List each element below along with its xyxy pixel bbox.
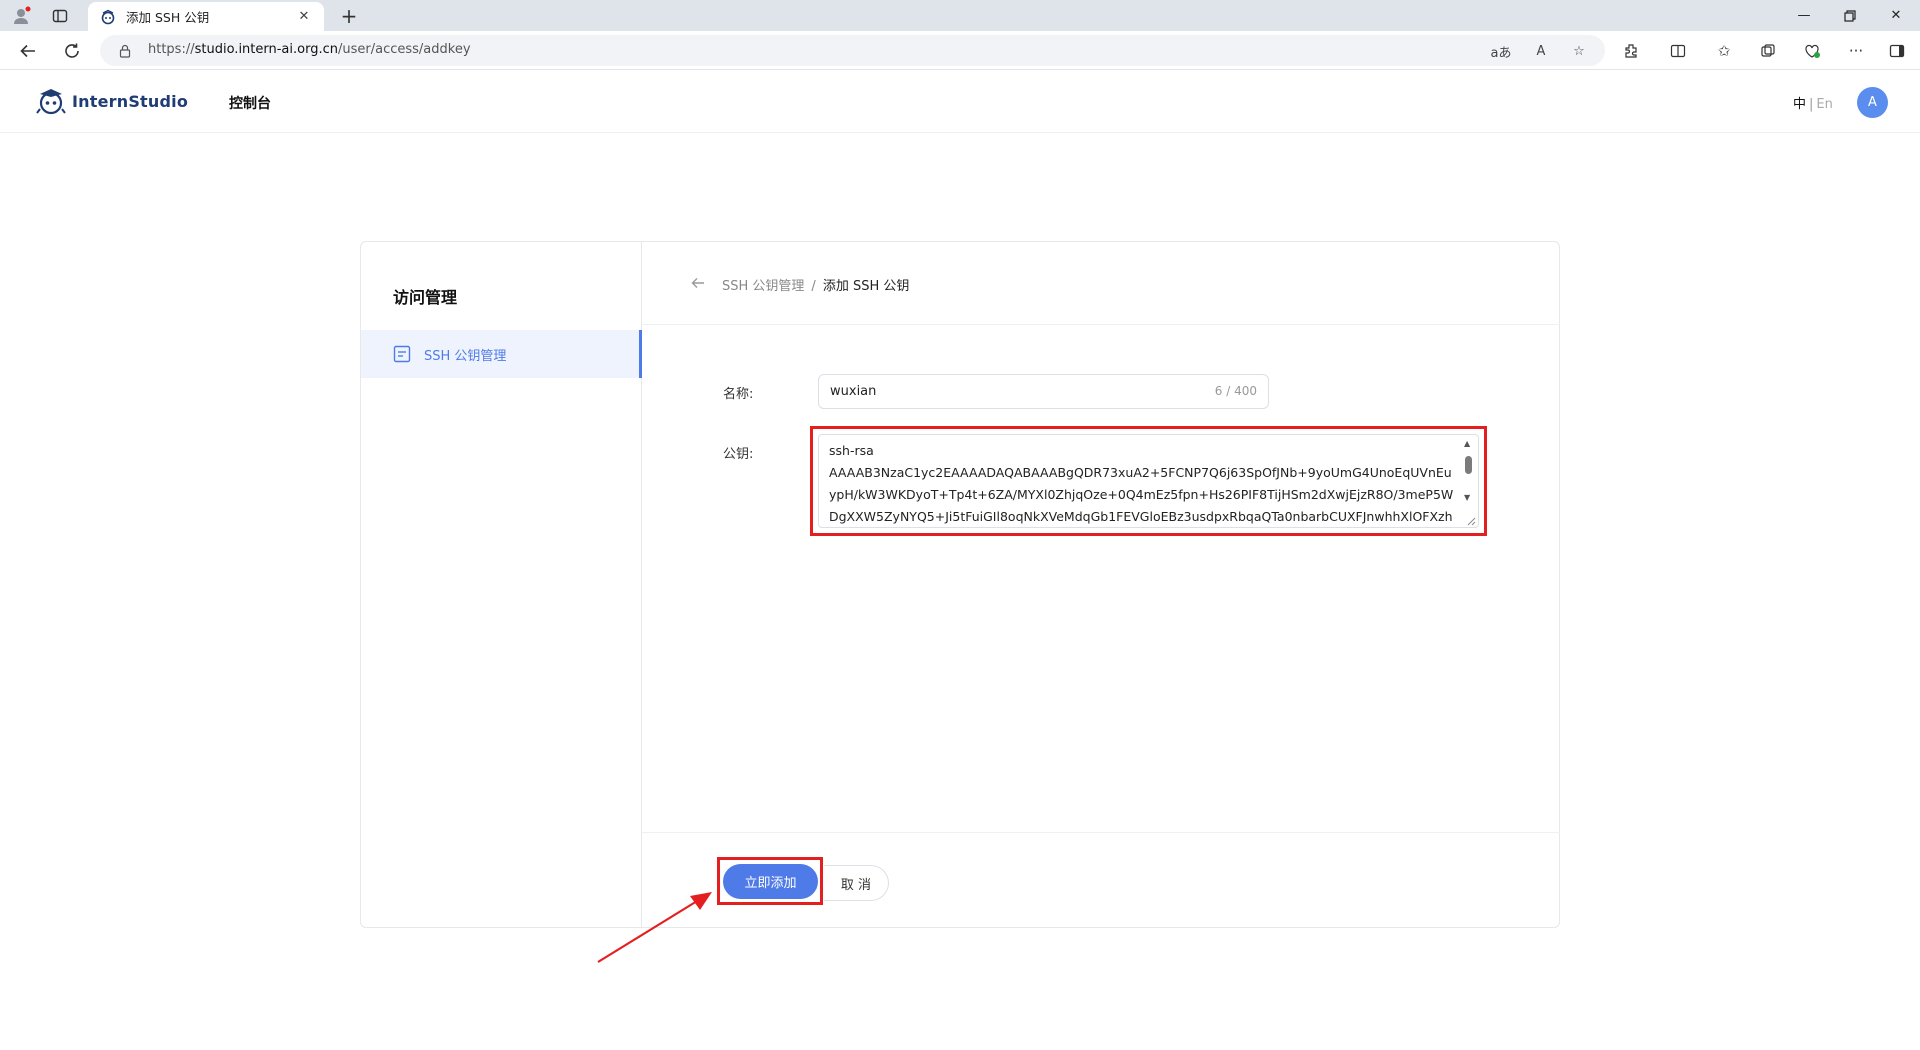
access-management-card: 访问管理 SSH 公钥管理 SSH 公钥管理 / 添加 SSH 公钥 名称: wux…: [360, 241, 1560, 928]
tab-title: 添加 SSH 公钥: [126, 10, 210, 25]
intern-studio-logo[interactable]: InternStudio: [36, 87, 188, 115]
breadcrumb-separator: /: [811, 279, 816, 294]
cancel-button[interactable]: 取 消: [824, 865, 889, 901]
public-key-textarea[interactable]: ssh-rsa AAAAB3NzaC1yc2EAAAADAQABAAABgQDR…: [818, 434, 1479, 528]
collections-icon[interactable]: [1757, 40, 1779, 62]
extensions-icon[interactable]: [1620, 40, 1642, 62]
language-switcher: 中 | En: [1793, 93, 1833, 112]
new-tab-icon[interactable]: +: [336, 3, 362, 29]
name-char-count: 6 / 400: [1214, 384, 1257, 398]
back-icon[interactable]: [14, 37, 42, 65]
sidebar-toggle-icon[interactable]: [1886, 40, 1908, 62]
translate-icon[interactable]: aあ: [1490, 40, 1512, 62]
annotation-arrow-icon: [597, 892, 712, 963]
console-nav-link[interactable]: 控制台: [229, 93, 271, 113]
logo-text: InternStudio: [72, 91, 189, 111]
document-list-icon: [393, 345, 411, 363]
more-menu-icon[interactable]: ···: [1845, 40, 1867, 62]
submit-highlight-box: 立即添加: [717, 857, 823, 905]
textarea-scrollbar[interactable]: ▲ ▼: [1462, 439, 1474, 523]
restore-icon[interactable]: [1827, 0, 1873, 31]
address-bar[interactable]: https://studio.intern-ai.org.cn/user/acc…: [100, 35, 1605, 66]
tab-actions-icon[interactable]: [48, 4, 72, 28]
robot-logo-icon: [36, 89, 66, 115]
scroll-down-icon[interactable]: ▼: [1464, 493, 1470, 502]
scrollbar-thumb[interactable]: [1465, 456, 1472, 474]
read-aloud-icon[interactable]: A: [1530, 40, 1552, 62]
public-key-highlight-box: ssh-rsa AAAAB3NzaC1yc2EAAAADAQABAAABgQDR…: [810, 426, 1487, 536]
lang-en[interactable]: En: [1816, 97, 1832, 112]
user-avatar[interactable]: A: [1857, 87, 1888, 118]
add-now-button[interactable]: 立即添加: [723, 864, 818, 899]
sidebar: 访问管理 SSH 公钥管理: [361, 242, 642, 927]
browser-tab-active[interactable]: 添加 SSH 公钥 ✕: [88, 2, 324, 31]
public-key-value: ssh-rsa AAAAB3NzaC1yc2EAAAADAQABAAABgQDR…: [829, 443, 1454, 524]
favorites-icon[interactable]: ✩: [1713, 40, 1735, 62]
browser-tab-bar: 添加 SSH 公钥 ✕ + — ✕: [0, 0, 1920, 31]
site-header: InternStudio 控制台 中 | En A: [0, 71, 1920, 133]
breadcrumb-current: 添加 SSH 公钥: [822, 279, 910, 294]
minimize-icon[interactable]: —: [1781, 0, 1827, 31]
sidebar-item-ssh-keys[interactable]: SSH 公钥管理: [361, 330, 642, 378]
scroll-up-icon[interactable]: ▲: [1464, 439, 1470, 448]
name-label: 名称:: [723, 387, 754, 402]
lang-separator: |: [1809, 97, 1814, 112]
main-content: SSH 公钥管理 / 添加 SSH 公钥 名称: wuxian 6 / 400 公钥…: [642, 242, 1560, 927]
sidebar-title: 访问管理: [393, 288, 458, 307]
favorite-star-icon[interactable]: ☆: [1568, 40, 1590, 62]
close-window-icon[interactable]: ✕: [1873, 0, 1919, 31]
browser-toolbar: https://studio.intern-ai.org.cn/user/acc…: [0, 31, 1920, 70]
sidebar-item-label: SSH 公钥管理: [424, 348, 507, 364]
public-key-label: 公钥:: [723, 447, 754, 462]
profile-icon[interactable]: [10, 4, 34, 28]
lang-zh[interactable]: 中: [1793, 97, 1806, 112]
name-input-value: wuxian: [830, 384, 877, 399]
browser-essentials-icon[interactable]: [1801, 40, 1823, 62]
breadcrumb-parent-link[interactable]: SSH 公钥管理: [722, 279, 804, 294]
lock-icon[interactable]: [118, 43, 132, 58]
split-screen-icon[interactable]: [1667, 40, 1689, 62]
footer-divider: [642, 832, 1560, 833]
breadcrumb: SSH 公钥管理 / 添加 SSH 公钥: [722, 275, 909, 294]
url-text: https://studio.intern-ai.org.cn/user/acc…: [148, 42, 471, 57]
reload-icon[interactable]: [58, 37, 86, 65]
back-arrow-icon[interactable]: [688, 273, 708, 293]
resize-grip-icon[interactable]: [1466, 516, 1476, 526]
intern-favicon-icon: [100, 9, 116, 25]
breadcrumb-bar: SSH 公钥管理 / 添加 SSH 公钥: [642, 242, 1560, 325]
tab-close-icon[interactable]: ✕: [294, 9, 314, 24]
name-input[interactable]: wuxian 6 / 400: [818, 374, 1269, 409]
